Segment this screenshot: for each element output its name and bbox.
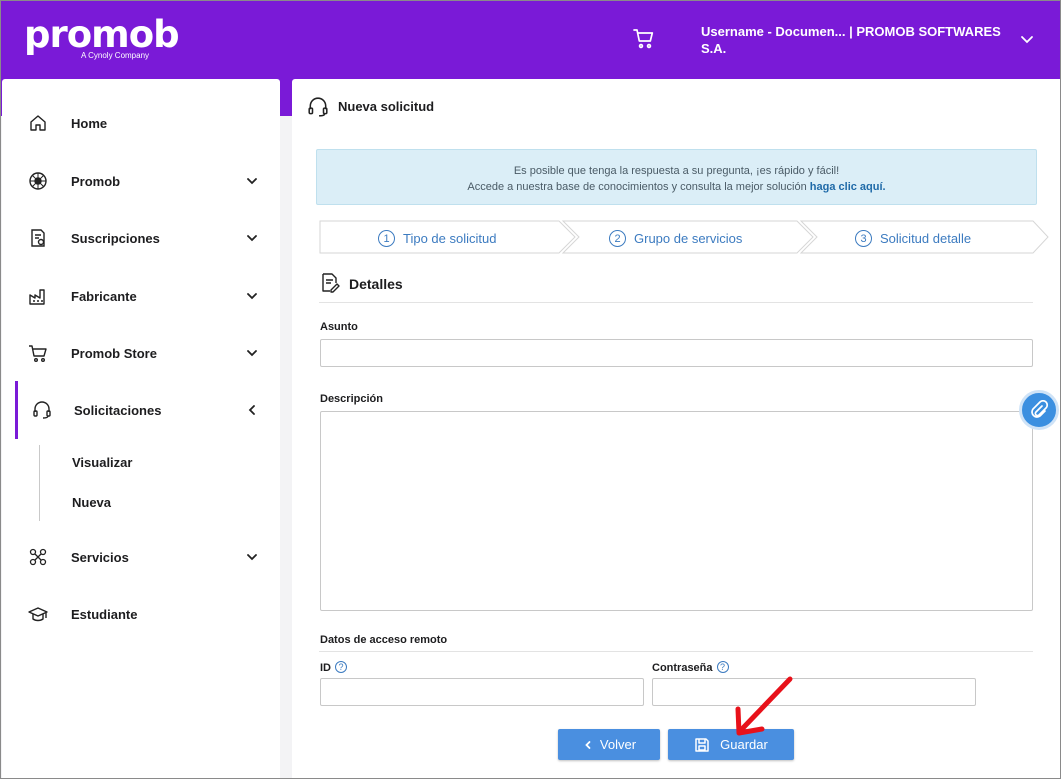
cart-icon <box>26 341 50 365</box>
password-label: Contraseña? <box>652 661 729 674</box>
id-label-text: ID <box>320 662 331 674</box>
promob-icon <box>26 169 50 193</box>
step-number: 2 <box>609 230 626 247</box>
main-panel: Nueva solicitud Es posible que tenga la … <box>292 79 1060 778</box>
submenu-item-nueva[interactable]: Nueva <box>72 495 111 510</box>
info-text-line2: Accede a nuestra base de conocimientos y… <box>317 179 1036 195</box>
divider <box>319 302 1033 303</box>
step-number: 1 <box>378 230 395 247</box>
sidebar-item-estudiante[interactable]: Estudiante <box>2 594 280 634</box>
sidebar: Home Promob Suscripciones Fabricante Pro… <box>2 79 280 778</box>
knowledge-base-link[interactable]: haga clic aquí. <box>810 181 886 193</box>
info-text-line1: Es posible que tenga la respuesta a su p… <box>513 165 840 177</box>
sidebar-item-home[interactable]: Home <box>2 103 280 143</box>
factory-icon <box>26 284 50 308</box>
sidebar-item-solicitaciones[interactable]: Solicitaciones <box>15 381 280 439</box>
chevron-down-icon[interactable] <box>244 345 260 361</box>
sidebar-item-servicios[interactable]: Servicios <box>2 537 280 577</box>
sidebar-item-label: Promob <box>71 173 121 189</box>
sidebar-item-label: Home <box>71 115 108 131</box>
document-edit-icon <box>322 273 340 293</box>
logo-subtitle: A Cynoly Company <box>81 51 150 60</box>
user-account-label[interactable]: Username - Documen... | PROMOB SOFTWARES… <box>701 23 1001 57</box>
help-icon[interactable]: ? <box>335 661 347 673</box>
chevron-left-icon[interactable] <box>244 402 260 418</box>
remote-access-title: Datos de acceso remoto <box>320 634 448 646</box>
step-tipo-solicitud[interactable]: 1 Tipo de solicitud <box>378 230 496 247</box>
sidebar-item-label: Suscripciones <box>71 230 160 246</box>
sidebar-item-label: Fabricante <box>71 288 137 304</box>
description-label: Descripción <box>320 393 383 405</box>
step-label: Grupo de servicios <box>634 231 743 246</box>
submenu-item-visualizar[interactable]: Visualizar <box>72 455 132 470</box>
chevron-down-icon[interactable] <box>244 288 260 304</box>
page-frame: promob A Cynoly Company Username - Docum… <box>0 0 1061 779</box>
sidebar-item-promob[interactable]: Promob <box>2 161 280 201</box>
info-text: Accede a nuestra base de conocimientos y… <box>467 181 810 193</box>
divider <box>319 651 1033 652</box>
subject-label: Asunto <box>320 321 358 333</box>
floppy-disk-icon <box>695 737 709 752</box>
step-solicitud-detalle[interactable]: 3 Solicitud detalle <box>855 230 971 247</box>
save-button-label: Guardar <box>720 737 768 752</box>
sidebar-item-label: Solicitaciones <box>74 402 162 418</box>
sidebar-item-label: Servicios <box>71 549 129 565</box>
headset-icon <box>308 97 328 117</box>
sidebar-item-label: Promob Store <box>71 345 157 361</box>
info-banner: Es posible que tenga la respuesta a su p… <box>316 149 1037 205</box>
chevron-down-icon[interactable] <box>244 230 260 246</box>
step-label: Tipo de solicitud <box>403 231 497 246</box>
services-icon <box>26 545 50 569</box>
sidebar-item-promob-store[interactable]: Promob Store <box>2 333 280 373</box>
password-label-text: Contraseña <box>652 662 713 674</box>
home-icon <box>26 111 50 135</box>
chevron-down-icon[interactable] <box>1019 31 1035 47</box>
promob-logo[interactable]: promob <box>24 15 180 55</box>
back-button-label: Volver <box>599 737 637 752</box>
attach-file-button[interactable] <box>1019 390 1059 430</box>
step-grupo-servicios[interactable]: 2 Grupo de servicios <box>609 230 742 247</box>
graduation-cap-icon <box>26 602 50 626</box>
description-textarea[interactable] <box>320 411 1033 611</box>
step-number: 3 <box>855 230 872 247</box>
help-icon[interactable]: ? <box>716 661 729 673</box>
section-title: Detalles <box>349 276 403 292</box>
annotation-arrow <box>735 676 793 736</box>
sidebar-item-fabricante[interactable]: Fabricante <box>2 276 280 316</box>
remote-password-input[interactable] <box>652 678 976 706</box>
cart-icon[interactable] <box>632 27 656 51</box>
headset-icon <box>30 398 54 422</box>
chevron-down-icon[interactable] <box>244 549 260 565</box>
submenu-line <box>39 445 40 521</box>
sidebar-item-suscripciones[interactable]: Suscripciones <box>2 218 280 258</box>
chevron-down-icon[interactable] <box>244 173 260 189</box>
subject-input[interactable] <box>320 339 1033 367</box>
id-label: ID? <box>320 661 347 674</box>
remote-id-input[interactable] <box>320 678 644 706</box>
subscription-icon <box>26 226 50 250</box>
chevron-left-icon <box>585 740 591 749</box>
page-title: Nueva solicitud <box>338 99 435 114</box>
paperclip-icon <box>1031 400 1049 418</box>
sidebar-item-label: Estudiante <box>71 606 138 622</box>
step-label: Solicitud detalle <box>880 231 972 246</box>
back-button[interactable]: Volver <box>558 729 660 760</box>
